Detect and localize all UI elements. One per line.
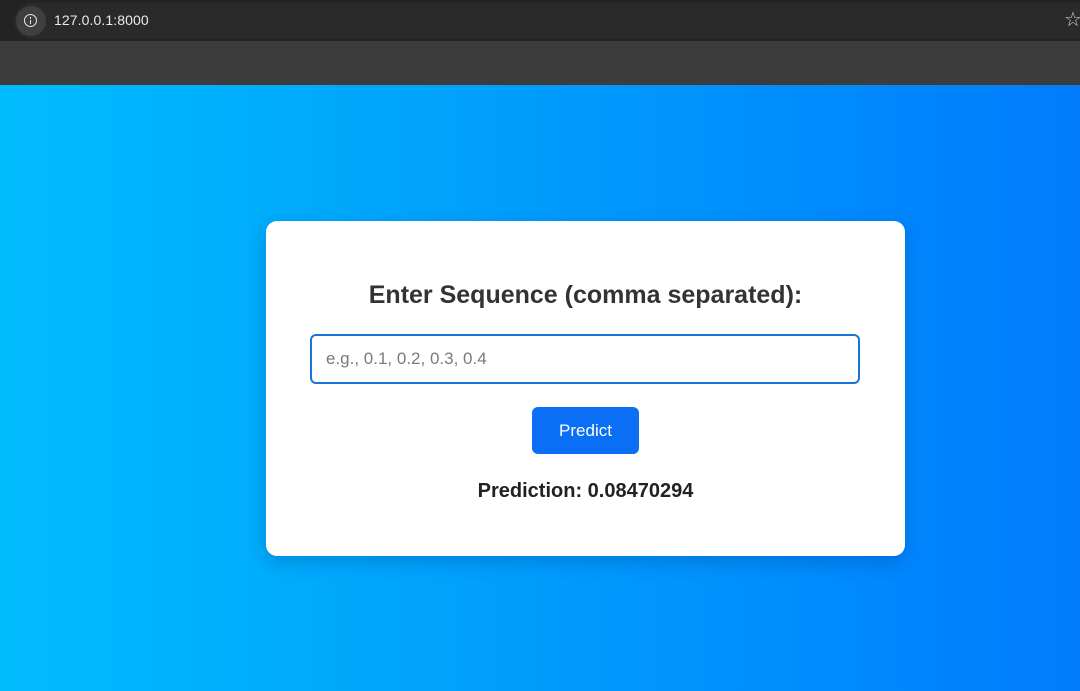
address-bar[interactable] — [14, 3, 1080, 39]
address-url[interactable]: 127.0.0.1:8000 — [54, 12, 149, 28]
form-title: Enter Sequence (comma separated): — [368, 281, 803, 309]
sequence-input[interactable] — [310, 334, 860, 384]
predict-button[interactable]: Predict — [532, 407, 639, 454]
star-icon[interactable]: ☆ — [1064, 9, 1080, 31]
info-icon — [24, 14, 37, 27]
browser-chrome: 127.0.0.1:8000 ☆ — [0, 0, 1080, 85]
site-info-button[interactable] — [16, 6, 46, 36]
prediction-value: 0.08470294 — [587, 480, 694, 502]
prediction-card: Enter Sequence (comma separated): Predic… — [266, 221, 905, 556]
page-background: Enter Sequence (comma separated): Predic… — [0, 85, 1080, 691]
prediction-result: Prediction: 0.08470294 — [266, 479, 905, 503]
address-bar-row: 127.0.0.1:8000 ☆ — [0, 0, 1080, 41]
prediction-label: Prediction: — [477, 480, 583, 502]
